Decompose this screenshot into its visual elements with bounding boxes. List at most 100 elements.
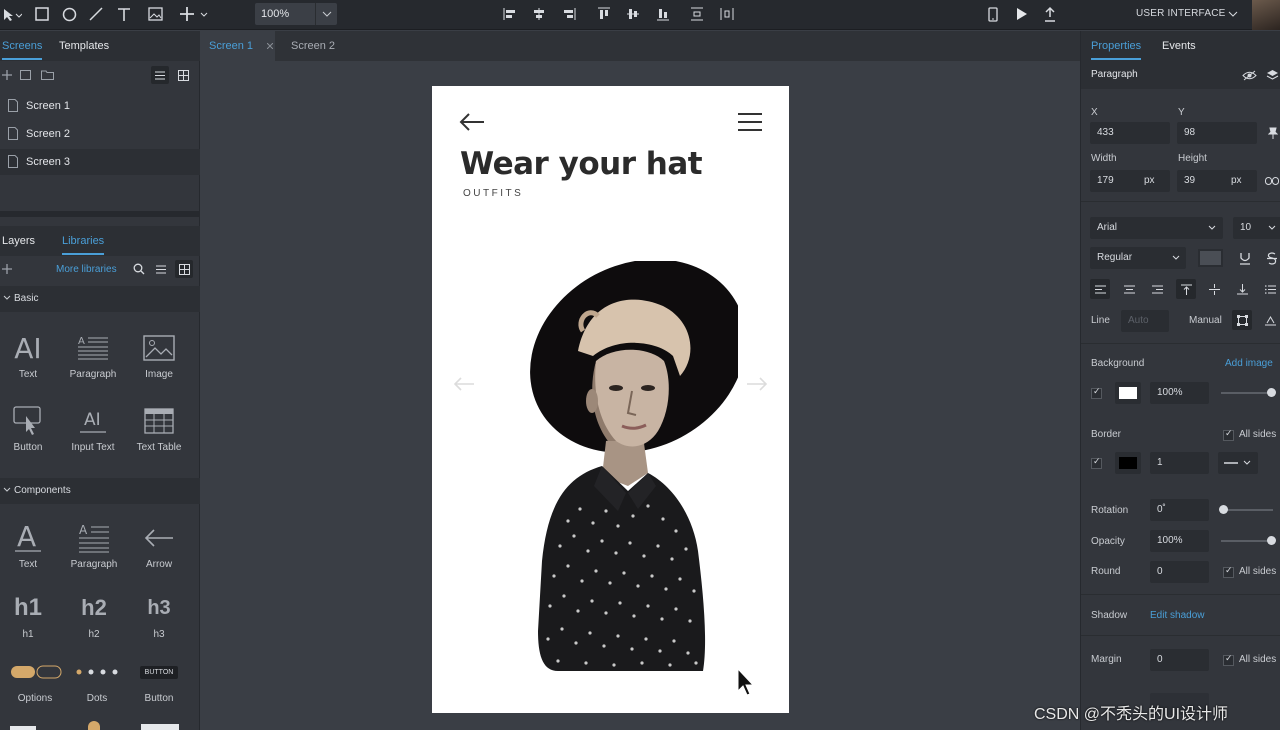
ellipse-tool-icon[interactable] (61, 6, 77, 22)
round-all-sides-checkbox[interactable] (1223, 566, 1234, 578)
y-input[interactable]: 98 (1177, 122, 1257, 144)
carousel-prev-icon[interactable] (452, 376, 476, 392)
vertical-align-bottom-icon[interactable] (1232, 279, 1252, 299)
slider-knob[interactable] (1267, 536, 1276, 545)
tab-libraries[interactable]: Libraries (62, 235, 105, 255)
component-paragraph[interactable]: A Paragraph (61, 517, 127, 583)
screen-list-item[interactable]: Screen 1 (0, 93, 200, 119)
width-unit[interactable]: px (1144, 175, 1155, 186)
align-top-icon[interactable] (597, 5, 611, 23)
rotation-slider[interactable] (1219, 505, 1273, 514)
vertical-align-top-icon[interactable] (1176, 279, 1196, 299)
link-proportions-icon[interactable] (1265, 175, 1279, 187)
component-options[interactable]: Options (2, 651, 68, 717)
pointer-tool-icon[interactable] (2, 7, 22, 23)
font-family-select[interactable]: Arial (1090, 217, 1223, 239)
component-text[interactable]: A Text (0, 517, 61, 583)
screen-list-item[interactable]: Screen 3 (0, 149, 200, 175)
height-unit[interactable]: px (1231, 175, 1242, 186)
image-tool-icon[interactable] (147, 6, 163, 22)
play-icon[interactable] (1014, 5, 1030, 23)
widget-text[interactable]: AI Text (0, 327, 61, 393)
background-color-swatch[interactable] (1115, 382, 1141, 404)
project-menu[interactable]: USER INTERFACE (1136, 8, 1225, 19)
close-icon[interactable] (266, 42, 274, 50)
text-tool-icon[interactable] (116, 5, 132, 23)
grid-view-icon[interactable] (175, 260, 193, 278)
margin-all-sides-checkbox[interactable] (1223, 654, 1234, 666)
screen-list-item[interactable]: Screen 2 (0, 121, 200, 147)
list-bullets-icon[interactable] (1260, 279, 1280, 299)
distribute-horizontal-icon[interactable] (720, 5, 734, 23)
add-image-link[interactable]: Add image (1225, 358, 1273, 369)
add-library-icon[interactable] (2, 263, 12, 275)
edit-shadow-link[interactable]: Edit shadow (1150, 610, 1204, 621)
rotation-input[interactable]: 0˚ (1150, 499, 1209, 521)
phone-artboard[interactable]: Wear your hat OUTFITS (432, 86, 789, 713)
vertical-align-middle-icon[interactable] (1204, 279, 1224, 299)
text-color-swatch[interactable] (1198, 249, 1223, 267)
border-checkbox[interactable] (1091, 457, 1102, 469)
tab-templates[interactable]: Templates (59, 40, 109, 52)
text-align-right-icon[interactable] (1147, 279, 1167, 299)
list-view-icon[interactable] (151, 66, 169, 84)
folder-icon[interactable] (40, 69, 54, 81)
page-title[interactable]: Wear your hat (460, 146, 703, 182)
page-subtitle[interactable]: OUTFITS (463, 188, 523, 199)
widget-text-table[interactable]: Text Table (126, 400, 192, 466)
component-h1[interactable]: h1 h1 (0, 587, 61, 653)
widget-image[interactable]: Image (126, 327, 192, 393)
text-align-center-icon[interactable] (1119, 279, 1139, 299)
underline-icon[interactable] (1238, 250, 1252, 266)
align-left-icon[interactable] (503, 5, 517, 23)
basic-section-header[interactable]: Basic (0, 286, 200, 312)
arrow-left-icon[interactable] (458, 112, 486, 132)
round-input[interactable]: 0 (1150, 561, 1209, 583)
search-icon[interactable] (132, 262, 146, 276)
border-all-sides-checkbox[interactable] (1223, 429, 1234, 441)
tab-screen-2[interactable]: Screen 2 (283, 31, 353, 61)
opacity-input[interactable]: 100% (1150, 530, 1209, 552)
align-right-icon[interactable] (562, 5, 576, 23)
components-section-header[interactable]: Components (0, 478, 200, 504)
background-checkbox[interactable] (1091, 387, 1102, 399)
x-input[interactable]: 433 (1090, 122, 1170, 144)
tab-screen-1[interactable]: Screen 1 (201, 31, 275, 61)
tab-properties[interactable]: Properties (1091, 40, 1142, 60)
widget-input-text[interactable]: AI Input Text (60, 400, 126, 466)
list-view-icon[interactable] (154, 262, 168, 276)
component-arrow[interactable]: Arrow (126, 517, 192, 583)
resize-box-icon[interactable] (1232, 310, 1252, 330)
carousel-next-icon[interactable] (745, 376, 769, 392)
border-style-select[interactable] (1218, 452, 1258, 474)
border-width-input[interactable]: 1 (1150, 452, 1209, 474)
tab-layers[interactable]: Layers (2, 235, 35, 247)
pin-icon[interactable] (1267, 126, 1279, 140)
font-weight-select[interactable]: Regular (1090, 247, 1186, 269)
align-middle-icon[interactable] (626, 5, 640, 23)
share-upload-icon[interactable] (1042, 4, 1058, 24)
width-input[interactable]: 179 px (1090, 170, 1170, 192)
widget-paragraph[interactable]: A Paragraph (60, 327, 126, 393)
slider-knob[interactable] (1267, 388, 1276, 397)
line-height-input[interactable]: Auto (1121, 310, 1169, 332)
distribute-vertical-icon[interactable] (690, 5, 704, 23)
strikethrough-icon[interactable] (1265, 250, 1279, 266)
border-color-swatch[interactable] (1115, 452, 1141, 474)
user-avatar[interactable] (1252, 0, 1280, 30)
align-center-horizontal-icon[interactable] (532, 5, 546, 23)
component-button[interactable]: BUTTON Button (126, 651, 192, 717)
hamburger-menu-icon[interactable] (736, 112, 764, 132)
background-opacity-input[interactable]: 100% (1150, 382, 1209, 404)
font-size-select[interactable]: 10 (1233, 217, 1280, 239)
opacity-slider[interactable] (1221, 536, 1276, 545)
screen-image-icon[interactable] (19, 69, 31, 81)
tab-events[interactable]: Events (1162, 40, 1196, 52)
component-h2[interactable]: h2 h2 (61, 587, 127, 653)
tab-screens[interactable]: Screens (2, 40, 43, 60)
slider-knob[interactable] (1219, 505, 1228, 514)
component-dots[interactable]: Dots (64, 651, 130, 717)
grid-view-icon[interactable] (174, 66, 192, 84)
background-opacity-slider[interactable] (1221, 388, 1276, 397)
layers-icon[interactable] (1265, 68, 1279, 82)
